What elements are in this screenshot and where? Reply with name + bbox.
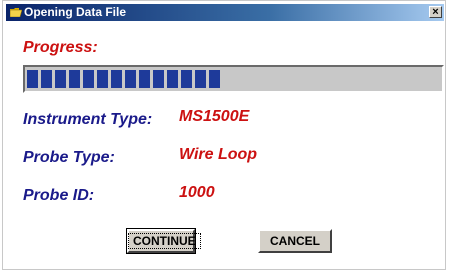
instrument-type-value: MS1500E xyxy=(179,108,250,125)
progress-segment xyxy=(41,70,52,88)
progress-segment xyxy=(69,70,80,88)
continue-button-label: CONTINUE xyxy=(128,233,201,249)
progress-segment xyxy=(195,70,206,88)
window-title: Opening Data File xyxy=(24,5,127,19)
progress-segment xyxy=(181,70,192,88)
probe-type-label: Probe Type: xyxy=(23,149,115,166)
progress-segment xyxy=(153,70,164,88)
cancel-button[interactable]: CANCEL xyxy=(258,229,332,253)
progress-segment xyxy=(209,70,220,88)
folder-open-icon xyxy=(10,8,22,17)
title-bar[interactable]: Opening Data File × xyxy=(6,4,444,21)
opening-data-file-dialog: Opening Data File × Progress: Instrument… xyxy=(2,0,446,270)
progress-bar xyxy=(23,65,444,93)
close-button[interactable]: × xyxy=(429,6,442,18)
progress-segment xyxy=(167,70,178,88)
progress-segment xyxy=(83,70,94,88)
progress-segment xyxy=(125,70,136,88)
progress-segment xyxy=(27,70,38,88)
probe-id-label: Probe ID: xyxy=(23,187,95,204)
instrument-type-label: Instrument Type: xyxy=(23,111,153,128)
progress-label: Progress: xyxy=(23,39,98,56)
probe-type-value: Wire Loop xyxy=(179,146,258,163)
progress-segment xyxy=(111,70,122,88)
progress-segment xyxy=(55,70,66,88)
continue-button[interactable]: CONTINUE xyxy=(126,228,201,254)
progress-fill xyxy=(27,70,223,88)
probe-id-value: 1000 xyxy=(179,184,215,201)
progress-segment xyxy=(139,70,150,88)
progress-segment xyxy=(97,70,108,88)
